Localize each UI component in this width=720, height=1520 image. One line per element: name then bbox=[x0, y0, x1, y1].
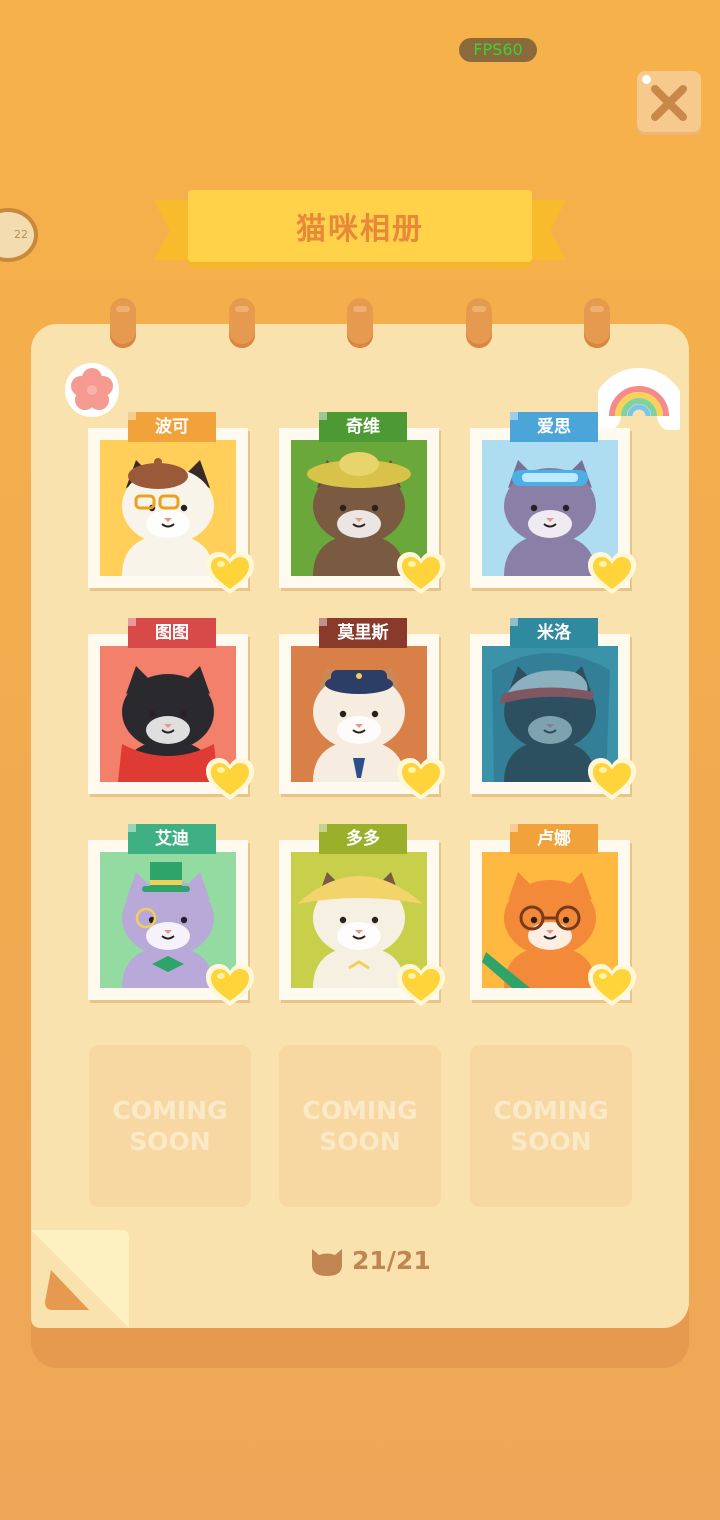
heart-icon bbox=[588, 552, 636, 596]
heart-icon bbox=[397, 758, 445, 802]
coming-soon-line2: SOON bbox=[319, 1127, 401, 1156]
cat-card[interactable]: 奇维 bbox=[279, 412, 445, 594]
cat-name-tag: 奇维 bbox=[319, 412, 407, 442]
heart-icon bbox=[206, 552, 254, 596]
coming-soon-slot: COMING SOON bbox=[470, 1045, 632, 1207]
binder-ring bbox=[584, 298, 610, 348]
cat-card[interactable]: 卢娜 bbox=[470, 824, 636, 1006]
heart-icon bbox=[397, 552, 445, 596]
coming-soon-slot: COMING SOON bbox=[279, 1045, 441, 1207]
cat-head-icon bbox=[312, 1249, 342, 1276]
flower-sticker-icon bbox=[65, 363, 119, 417]
rainbow-sticker-icon bbox=[598, 368, 680, 430]
coming-soon-slot: COMING SOON bbox=[89, 1045, 251, 1207]
cat-name-tag: 艾迪 bbox=[128, 824, 216, 854]
binder-ring bbox=[347, 298, 373, 348]
cat-card[interactable]: 波可 bbox=[88, 412, 254, 594]
close-button[interactable] bbox=[637, 71, 701, 135]
collection-counter: 21/21 bbox=[308, 1240, 431, 1280]
fps-indicator: FPS60 bbox=[459, 38, 537, 62]
cat-name-tag: 卢娜 bbox=[510, 824, 598, 854]
heart-icon bbox=[588, 758, 636, 802]
page-curl-button[interactable] bbox=[31, 1230, 129, 1328]
cat-card[interactable]: 艾迪 bbox=[88, 824, 254, 1006]
heart-icon bbox=[206, 964, 254, 1008]
close-button-highlight bbox=[642, 75, 651, 84]
cat-card[interactable]: 多多 bbox=[279, 824, 445, 1006]
cat-card[interactable]: 莫里斯 bbox=[279, 618, 445, 800]
heart-icon bbox=[588, 964, 636, 1008]
cat-name-tag: 多多 bbox=[319, 824, 407, 854]
coming-soon-line2: SOON bbox=[129, 1127, 211, 1156]
cat-name-tag: 波可 bbox=[128, 412, 216, 442]
collection-count-text: 21/21 bbox=[352, 1245, 431, 1275]
cat-name-tag: 爱思 bbox=[510, 412, 598, 442]
binder-ring bbox=[110, 298, 136, 348]
cat-name-tag: 米洛 bbox=[510, 618, 598, 648]
side-badge[interactable]: 22 bbox=[0, 208, 38, 262]
cat-name-tag: 莫里斯 bbox=[319, 618, 407, 648]
coming-soon-line2: SOON bbox=[510, 1127, 592, 1156]
title-banner: 猫咪相册 bbox=[150, 188, 570, 280]
heart-icon bbox=[206, 758, 254, 802]
page-title: 猫咪相册 bbox=[188, 190, 532, 262]
binder-ring bbox=[229, 298, 255, 348]
close-icon bbox=[651, 85, 687, 121]
cat-card[interactable]: 图图 bbox=[88, 618, 254, 800]
coming-soon-line1: COMING bbox=[302, 1096, 418, 1125]
binder-ring bbox=[466, 298, 492, 348]
cat-card[interactable]: 米洛 bbox=[470, 618, 636, 800]
coming-soon-line1: COMING bbox=[112, 1096, 228, 1125]
heart-icon bbox=[397, 964, 445, 1008]
cat-name-tag: 图图 bbox=[128, 618, 216, 648]
coming-soon-line1: COMING bbox=[493, 1096, 609, 1125]
cat-card[interactable]: 爱思 bbox=[470, 412, 636, 594]
